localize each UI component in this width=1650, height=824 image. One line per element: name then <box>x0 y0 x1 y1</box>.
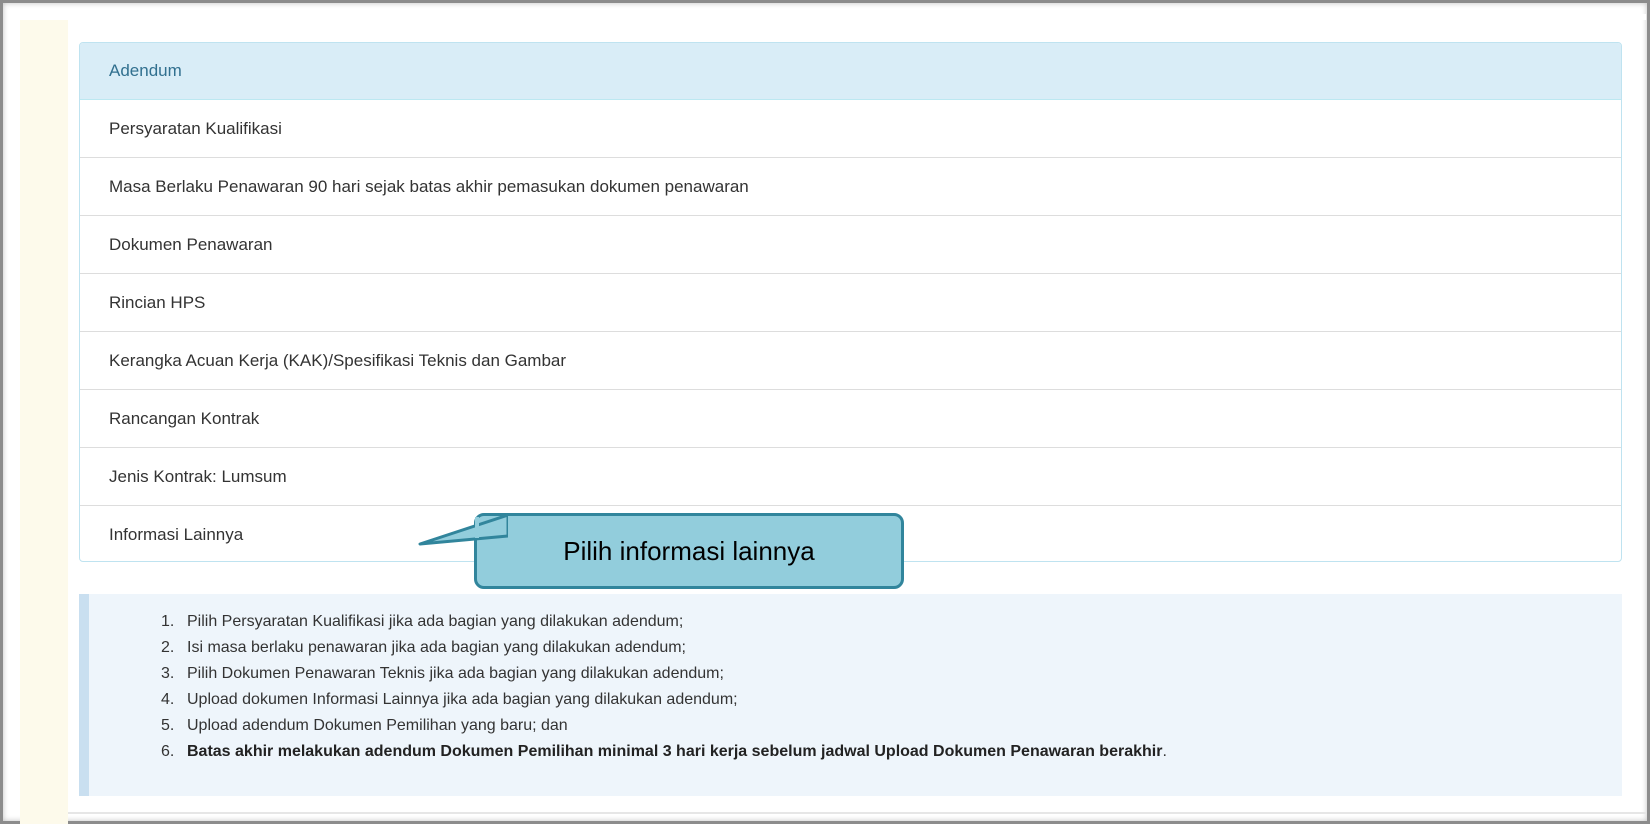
instruction-text: Upload adendum Dokumen Pemilihan yang ba… <box>187 717 568 734</box>
instruction-text-bold: Batas akhir melakukan adendum Dokumen Pe… <box>187 743 1163 760</box>
instruction-text: Pilih Dokumen Penawaran Teknis jika ada … <box>187 665 724 682</box>
top-strip <box>20 14 1646 20</box>
list-item-kerangka-acuan-kerja[interactable]: Kerangka Acuan Kerja (KAK)/Spesifikasi T… <box>80 332 1621 390</box>
instruction-text: Upload dokumen Informasi Lainnya jika ad… <box>187 691 738 708</box>
list-item-dokumen-penawaran[interactable]: Dokumen Penawaran <box>80 216 1621 274</box>
instruction-item: 4. Upload dokumen Informasi Lainnya jika … <box>161 687 1622 713</box>
instruction-number: 4. <box>161 691 175 708</box>
left-sidebar-strip <box>20 14 68 824</box>
instruction-item: 2. Isi masa berlaku penawaran jika ada ba… <box>161 635 1622 661</box>
instruction-text: Pilih Persyaratan Kualifikasi jika ada b… <box>187 613 684 630</box>
instruction-item: 5. Upload adendum Dokumen Pemilihan yang … <box>161 713 1622 739</box>
adendum-panel: Adendum Persyaratan Kualifikasi Masa Ber… <box>79 42 1622 562</box>
list-item-rancangan-kontrak[interactable]: Rancangan Kontrak <box>80 390 1621 448</box>
info-instructions-box: 1. Pilih Persyaratan Kualifikasi jika ada… <box>79 594 1622 796</box>
bottom-divider <box>68 812 1646 814</box>
instruction-number: 2. <box>161 639 175 656</box>
callout-tooltip: Pilih informasi lainnya <box>474 513 904 589</box>
instruction-number: 6. <box>161 743 175 760</box>
instruction-number: 3. <box>161 665 175 682</box>
instruction-item: 3. Pilih Dokumen Penawaran Teknis jika ad… <box>161 661 1622 687</box>
instruction-suffix: . <box>1162 743 1167 760</box>
instruction-item: 1. Pilih Persyaratan Kualifikasi jika ada… <box>161 609 1622 635</box>
panel-heading: Adendum <box>80 43 1621 100</box>
instructions-list: 1. Pilih Persyaratan Kualifikasi jika ada… <box>161 609 1622 765</box>
instruction-number: 5. <box>161 717 175 734</box>
list-item-rincian-hps[interactable]: Rincian HPS <box>80 274 1621 332</box>
instruction-item: 6. Batas akhir melakukan adendum Dokumen … <box>161 739 1622 765</box>
instruction-text: Isi masa berlaku penawaran jika ada bagi… <box>187 639 686 656</box>
instruction-number: 1. <box>161 613 175 630</box>
list-item-jenis-kontrak[interactable]: Jenis Kontrak: Lumsum <box>80 448 1621 506</box>
callout-pointer-arrow <box>418 513 508 546</box>
list-item-persyaratan-kualifikasi[interactable]: Persyaratan Kualifikasi <box>80 100 1621 158</box>
list-item-masa-berlaku-penawaran[interactable]: Masa Berlaku Penawaran 90 hari sejak bat… <box>80 158 1621 216</box>
